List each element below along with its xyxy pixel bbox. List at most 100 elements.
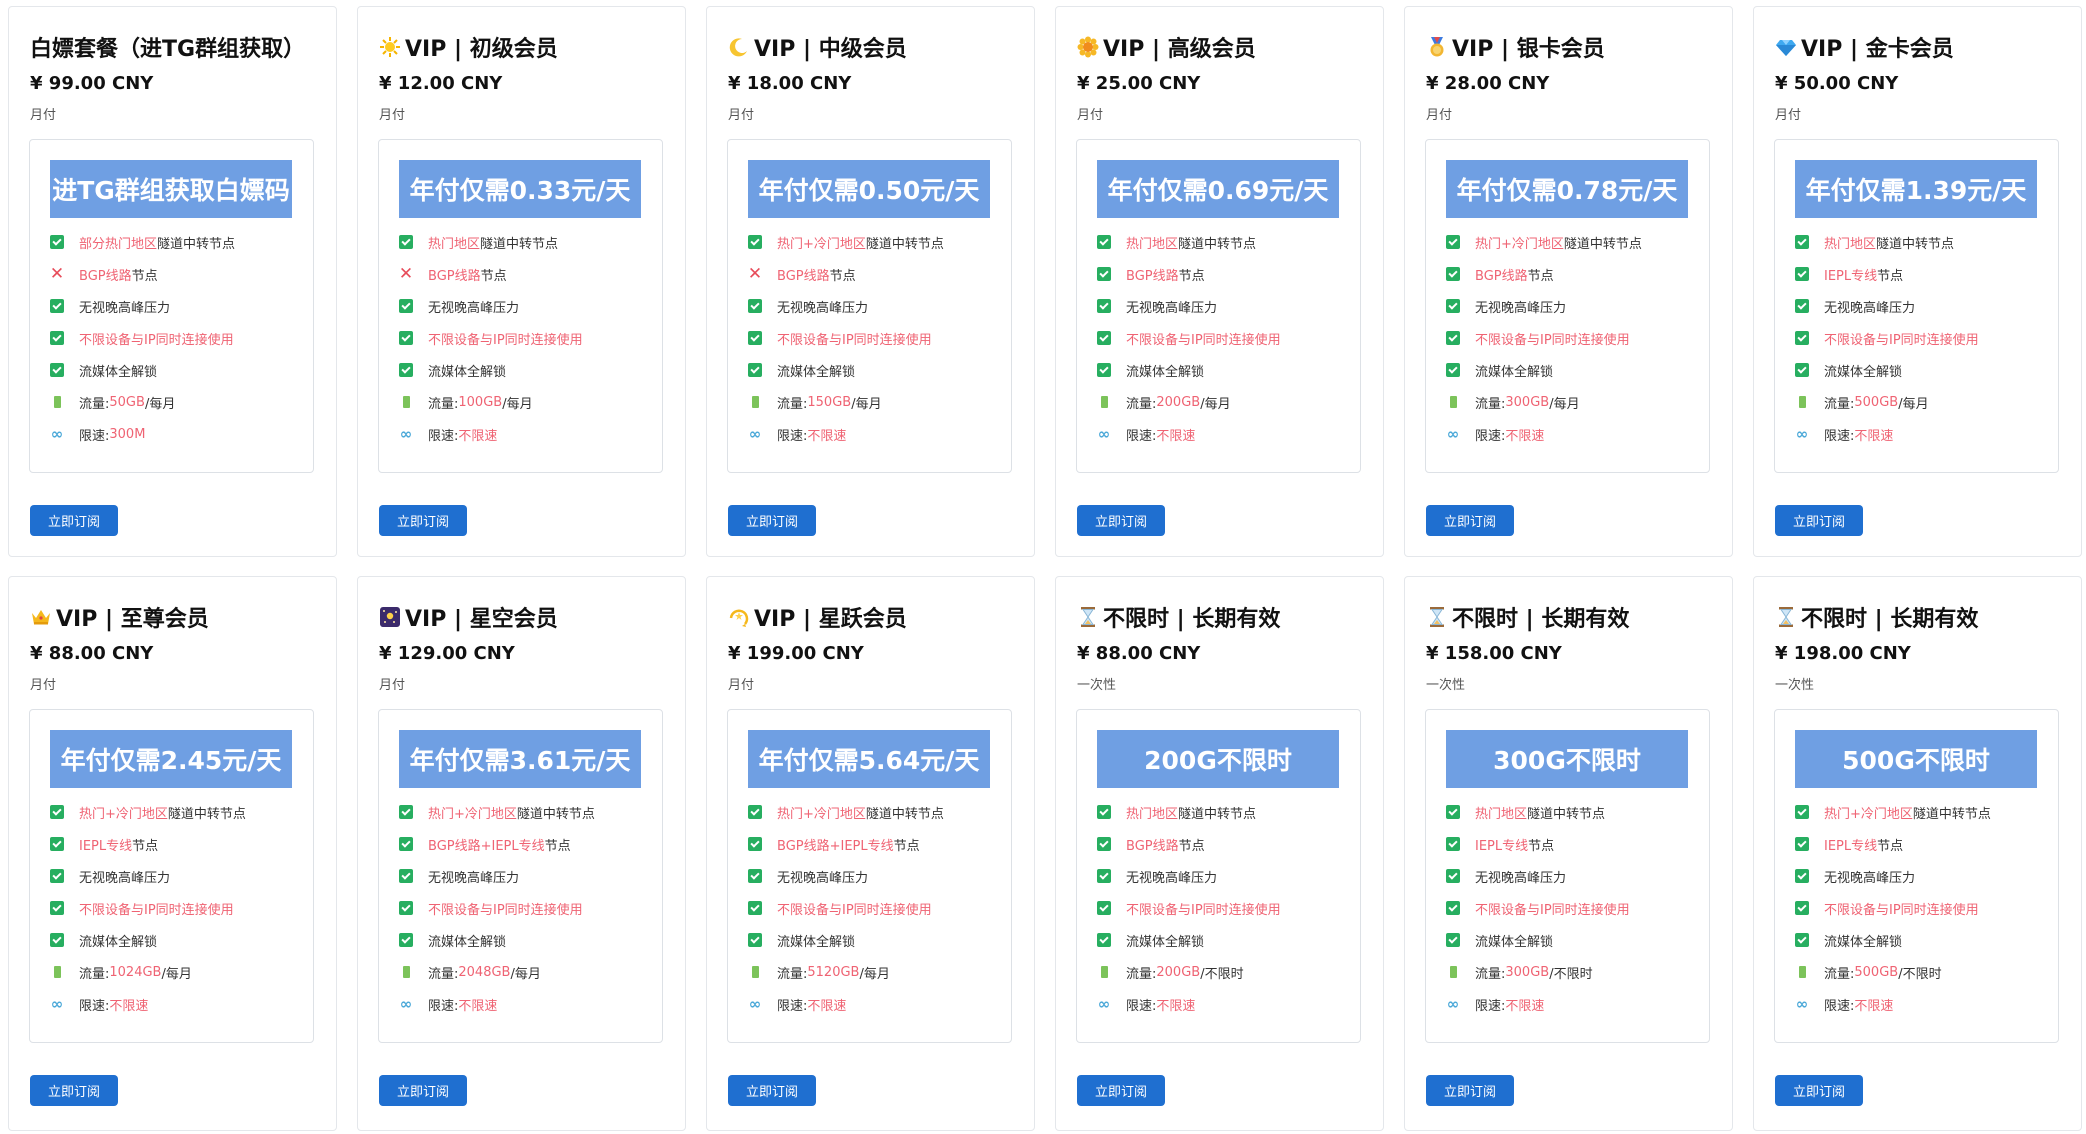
subscribe-button[interactable]: 立即订阅 xyxy=(728,505,816,536)
subscribe-button[interactable]: 立即订阅 xyxy=(1077,505,1165,536)
plan-price: ¥ 158.00 CNY xyxy=(1426,643,1562,664)
feature-highlight: 不限设备与IP同时连接使用 xyxy=(79,902,234,918)
check-icon xyxy=(1097,837,1111,851)
feature-item: 无视晚高峰压力 xyxy=(1097,860,1281,892)
feature-text: 无视晚高峰压力 xyxy=(777,300,869,316)
feature-suffix: /每月 xyxy=(859,966,890,982)
check-icon xyxy=(1097,235,1111,249)
hourglass-emoji-icon xyxy=(1775,606,1797,628)
subscribe-button[interactable]: 立即订阅 xyxy=(1775,505,1863,536)
feature-highlight: 热门+冷门地区 xyxy=(1475,236,1564,252)
battery-icon xyxy=(1097,395,1111,409)
feature-item: 流量: 200GB /不限时 xyxy=(1097,956,1281,988)
feature-item: ∞ 限速: 不限速 xyxy=(1446,988,1630,1020)
plan-price: ¥ 88.00 CNY xyxy=(30,643,154,664)
feature-item: 不限设备与IP同时连接使用 xyxy=(1446,892,1630,924)
plan-details-box: 300G不限时 热门地区 隧道中转节点 IEPL专线 节点 无视晚高峰压力 不限设备与IP… xyxy=(1425,709,1710,1043)
feature-item: 不限设备与IP同时连接使用 xyxy=(50,322,235,354)
feature-text: 无视晚高峰压力 xyxy=(79,870,171,886)
feature-text: 无视晚高峰压力 xyxy=(1824,300,1916,316)
feature-highlight: BGP线路 xyxy=(1475,268,1528,284)
plan-title: VIP | 初级会员 xyxy=(379,31,558,63)
feature-item: ✕ BGP线路 节点 xyxy=(748,258,944,290)
plan-title: 白嫖套餐（进TG群组获取） xyxy=(30,31,305,63)
feature-label: 流量: xyxy=(777,396,808,412)
plan-title-text: VIP | 中级会员 xyxy=(754,37,907,62)
check-icon xyxy=(1097,267,1111,281)
feature-list: 热门地区 隧道中转节点 BGP线路 节点 无视晚高峰压力 不限设备与IP同时连接使用 流媒… xyxy=(1097,796,1281,1020)
infinity-icon: ∞ xyxy=(399,425,413,443)
subscribe-button[interactable]: 立即订阅 xyxy=(30,505,118,536)
feature-item: ∞ 限速: 不限速 xyxy=(1097,988,1281,1020)
plan-price: ¥ 18.00 CNY xyxy=(728,73,852,94)
feature-value: 5120GB xyxy=(807,964,860,980)
check-icon xyxy=(50,933,64,947)
check-icon xyxy=(50,235,64,249)
feature-item: 流量: 100GB /每月 xyxy=(399,386,583,418)
feature-item: 流量: 200GB /每月 xyxy=(1097,386,1281,418)
plan-banner: 500G不限时 xyxy=(1795,730,2037,788)
plan-details-box: 年付仅需0.69元/天 热门地区 隧道中转节点 BGP线路 节点 无视晚高峰压力 不限设备… xyxy=(1076,139,1361,473)
feature-item: 无视晚高峰压力 xyxy=(1795,860,1991,892)
plan-title-text: 不限时 | 长期有效 xyxy=(1801,607,1979,632)
cross-icon: ✕ xyxy=(747,264,763,284)
plan-title: VIP | 中级会员 xyxy=(728,31,907,63)
battery-icon xyxy=(748,965,762,979)
plan-details-box: 年付仅需0.33元/天 热门地区 隧道中转节点 ✕ BGP线路 节点 无视晚高峰压力 不限设… xyxy=(378,139,663,473)
feature-text: 无视晚高峰压力 xyxy=(79,300,171,316)
plan-card: VIP | 初级会员 ¥ 12.00 CNY 月付 年付仅需0.33元/天 热门地区 隧… xyxy=(357,6,686,557)
feature-item: 热门+冷门地区 隧道中转节点 xyxy=(1795,796,1991,828)
subscribe-button[interactable]: 立即订阅 xyxy=(379,505,467,536)
feature-suffix: /每月 xyxy=(1200,396,1231,412)
check-icon xyxy=(748,299,762,313)
plan-banner: 年付仅需1.39元/天 xyxy=(1795,160,2037,218)
feature-item: ∞ 限速: 300M xyxy=(50,418,235,450)
feature-item: 不限设备与IP同时连接使用 xyxy=(1097,892,1281,924)
subscribe-button[interactable]: 立即订阅 xyxy=(1426,505,1514,536)
plan-banner: 年付仅需0.78元/天 xyxy=(1446,160,1688,218)
billing-period: 月付 xyxy=(30,108,57,123)
plan-price: ¥ 99.00 CNY xyxy=(30,73,154,94)
check-icon xyxy=(1446,299,1460,313)
feature-highlight: 热门地区 xyxy=(1475,806,1528,822)
feature-text: 无视晚高峰压力 xyxy=(1475,300,1567,316)
feature-text: 节点 xyxy=(132,838,159,854)
feature-value: 100GB xyxy=(458,394,503,410)
check-icon xyxy=(1097,901,1111,915)
feature-item: 不限设备与IP同时连接使用 xyxy=(399,892,595,924)
feature-text: 节点 xyxy=(1528,838,1555,854)
subscribe-button[interactable]: 立即订阅 xyxy=(379,1075,467,1106)
feature-suffix: /每月 xyxy=(502,396,533,412)
dizzy-emoji-icon xyxy=(728,606,750,628)
check-icon xyxy=(50,901,64,915)
feature-text: 流媒体全解锁 xyxy=(777,364,856,380)
feature-label: 限速: xyxy=(1824,998,1855,1014)
medal-emoji-icon xyxy=(1426,36,1448,58)
subscribe-button[interactable]: 立即订阅 xyxy=(1775,1075,1863,1106)
feature-text: 节点 xyxy=(131,268,158,284)
billing-period: 月付 xyxy=(728,678,755,693)
feature-value: 500GB xyxy=(1854,394,1899,410)
subscribe-button[interactable]: 立即订阅 xyxy=(1426,1075,1514,1106)
feature-value: 不限速 xyxy=(1854,998,1894,1014)
feature-suffix: /每月 xyxy=(161,966,192,982)
check-icon xyxy=(1795,869,1809,883)
subscribe-button[interactable]: 立即订阅 xyxy=(728,1075,816,1106)
check-icon xyxy=(748,837,762,851)
check-icon xyxy=(1446,235,1460,249)
feature-highlight: 热门+冷门地区 xyxy=(428,806,517,822)
plan-title-text: 不限时 | 长期有效 xyxy=(1103,607,1281,632)
feature-item: ∞ 限速: 不限速 xyxy=(1097,418,1281,450)
feature-list: 热门+冷门地区 隧道中转节点 IEPL专线 节点 无视晚高峰压力 不限设备与IP同时连接… xyxy=(1795,796,1991,1020)
subscribe-button[interactable]: 立即订阅 xyxy=(1077,1075,1165,1106)
subscribe-button[interactable]: 立即订阅 xyxy=(30,1075,118,1106)
billing-period: 月付 xyxy=(1077,108,1104,123)
feature-item: 不限设备与IP同时连接使用 xyxy=(1097,322,1281,354)
feature-item: ∞ 限速: 不限速 xyxy=(748,988,944,1020)
battery-icon xyxy=(1795,965,1809,979)
infinity-icon: ∞ xyxy=(1097,995,1111,1013)
feature-label: 流量: xyxy=(1475,966,1506,982)
plan-title-text: VIP | 星空会员 xyxy=(405,607,558,632)
plan-card: VIP | 星空会员 ¥ 129.00 CNY 月付 年付仅需3.61元/天 热门+冷门… xyxy=(357,576,686,1131)
feature-label: 流量: xyxy=(79,396,110,412)
